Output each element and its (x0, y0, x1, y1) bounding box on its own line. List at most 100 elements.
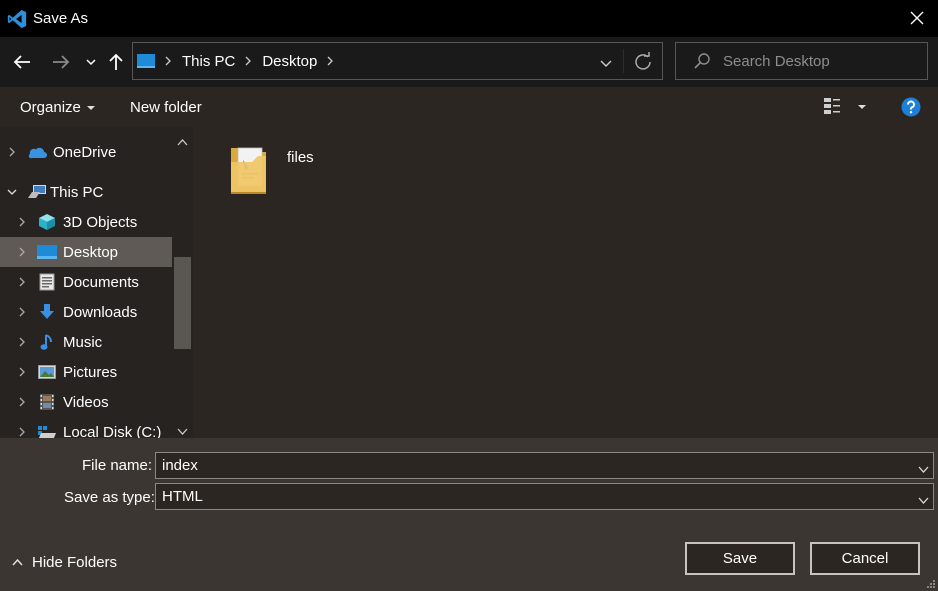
navigation-bar: This PC Desktop (0, 37, 938, 87)
computer-icon (27, 183, 47, 201)
view-options-button[interactable] (823, 97, 841, 115)
arrow-left-icon (13, 55, 30, 69)
file-name-input[interactable]: index (162, 457, 198, 474)
save-button[interactable]: Save (685, 542, 795, 575)
chevron-right-icon[interactable] (17, 367, 27, 377)
address-history-dropdown[interactable] (600, 55, 612, 72)
command-bar: Organize New folder (0, 87, 938, 127)
sidebar-item-label: Videos (63, 393, 109, 411)
address-bar[interactable]: This PC Desktop (132, 42, 663, 80)
drive-icon (37, 423, 57, 438)
search-icon (694, 53, 710, 69)
chevron-right-icon[interactable] (17, 307, 27, 317)
sidebar-item-music[interactable]: Music (0, 327, 172, 357)
sidebar-item-label: Downloads (63, 303, 138, 321)
organize-label: Organize (20, 99, 81, 116)
music-note-icon (37, 333, 57, 351)
chevron-right-icon[interactable] (17, 247, 27, 257)
chevron-down-icon[interactable] (918, 491, 929, 508)
sidebar-item-label: 3D Objects (63, 213, 138, 231)
sidebar-item-onedrive[interactable]: OneDrive (0, 137, 172, 167)
breadcrumb-this-pc[interactable]: This PC (182, 53, 235, 70)
caret-down-icon (86, 105, 95, 110)
view-options-icon (824, 98, 840, 114)
organize-button[interactable]: Organize (20, 99, 95, 116)
arrow-up-icon (109, 53, 123, 70)
save-as-type-select[interactable]: HTML (155, 483, 934, 510)
sidebar-item-label: Music (63, 333, 103, 351)
close-button[interactable] (906, 7, 928, 29)
sidebar-item-label: Pictures (63, 363, 118, 381)
resize-grip-icon[interactable] (926, 579, 936, 589)
recent-locations-button[interactable] (83, 49, 99, 75)
chevron-right-icon[interactable] (7, 147, 17, 157)
chevron-right-icon[interactable] (17, 397, 27, 407)
chevron-right-icon[interactable] (17, 277, 27, 287)
desktop-icon (137, 54, 155, 68)
save-form: File name: index Save as type: HTML Hide… (0, 438, 938, 591)
file-list[interactable]: files (193, 127, 938, 438)
chevron-right-icon (245, 56, 252, 66)
scroll-down-arrow-icon[interactable] (177, 422, 188, 438)
chevron-right-icon (165, 56, 172, 66)
file-item[interactable]: files (228, 142, 314, 198)
sidebar-item-local-disk[interactable]: Local Disk (C:) (0, 417, 172, 438)
chevron-up-icon (12, 559, 23, 566)
navigation-pane[interactable]: OneDrive This PC 3D Objects Desktop Docu… (0, 127, 193, 438)
sidebar-item-videos[interactable]: Videos (0, 387, 172, 417)
sidebar-item-this-pc[interactable]: This PC (0, 177, 172, 207)
window-title: Save As (33, 10, 89, 27)
download-icon (37, 303, 57, 321)
file-name: files (287, 149, 314, 166)
file-name-field[interactable]: index (155, 452, 934, 479)
help-button[interactable] (901, 97, 921, 117)
chevron-right-icon[interactable] (17, 337, 27, 347)
sidebar-item-downloads[interactable]: Downloads (0, 297, 172, 327)
file-name-label: File name: (82, 457, 153, 474)
sidebar-item-3d-objects[interactable]: 3D Objects (0, 207, 172, 237)
chevron-down-icon (86, 59, 96, 66)
onedrive-icon (27, 143, 47, 161)
sidebar-item-desktop[interactable]: Desktop (0, 237, 172, 267)
sidebar-item-label: This PC (50, 183, 104, 201)
desktop-icon (37, 243, 57, 261)
refresh-button[interactable] (634, 51, 652, 75)
save-as-type-value: HTML (162, 488, 203, 505)
title-bar: Save As (0, 0, 938, 37)
hide-folders-label: Hide Folders (32, 554, 118, 571)
vscode-icon (7, 9, 27, 28)
forward-button[interactable] (49, 49, 73, 75)
new-folder-label: New folder (130, 99, 202, 116)
divider (623, 49, 624, 73)
chevron-down-icon[interactable] (918, 460, 929, 477)
document-icon (37, 273, 57, 291)
chevron-down-icon (600, 60, 612, 67)
up-button[interactable] (106, 49, 126, 75)
cube-icon (37, 213, 57, 231)
scroll-up-arrow-icon[interactable] (177, 133, 188, 150)
chevron-right-icon[interactable] (327, 56, 334, 66)
refresh-icon (635, 52, 651, 70)
hide-folders-button[interactable]: Hide Folders (12, 554, 117, 571)
cancel-button[interactable]: Cancel (810, 542, 920, 575)
scrollbar-thumb[interactable] (174, 257, 191, 349)
arrow-right-icon (53, 55, 70, 69)
breadcrumb-desktop[interactable]: Desktop (262, 53, 317, 70)
help-icon (901, 97, 921, 117)
chevron-right-icon[interactable] (17, 217, 27, 227)
close-icon (910, 11, 924, 25)
sidebar-item-documents[interactable]: Documents (0, 267, 172, 297)
folder-icon (231, 147, 266, 194)
search-input[interactable] (723, 52, 923, 70)
back-button[interactable] (10, 49, 34, 75)
view-options-dropdown[interactable] (852, 105, 866, 109)
sidebar-item-pictures[interactable]: Pictures (0, 357, 172, 387)
search-box[interactable] (675, 42, 928, 80)
sidebar-item-label: Documents (63, 273, 139, 291)
chevron-down-icon[interactable] (7, 187, 17, 197)
sidebar-scrollbar[interactable] (172, 127, 193, 438)
new-folder-button[interactable]: New folder (130, 99, 202, 116)
caret-down-icon (858, 105, 866, 109)
sidebar-item-label: Local Disk (C:) (63, 423, 162, 439)
chevron-right-icon[interactable] (17, 427, 27, 437)
